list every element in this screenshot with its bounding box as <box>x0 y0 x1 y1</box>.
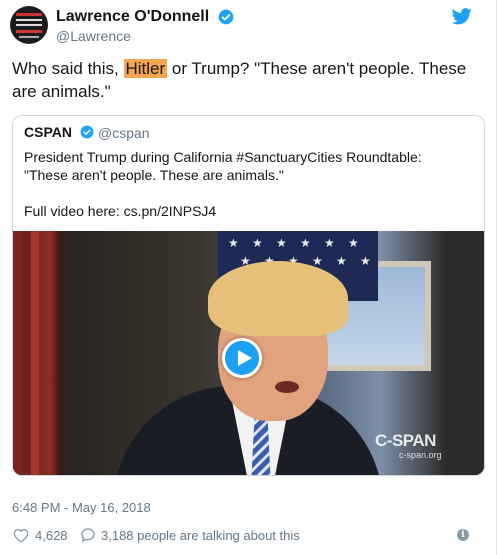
quoted-author-name[interactable]: CSPAN <box>24 124 72 140</box>
like-count[interactable]: 4,628 <box>35 528 68 543</box>
quoted-line: President Trump during California #Sanct… <box>24 149 422 165</box>
conversation-count[interactable]: 3,188 people are talking about this <box>101 528 300 543</box>
reply-icon[interactable] <box>80 527 96 543</box>
play-icon[interactable] <box>222 338 262 378</box>
avatar[interactable] <box>10 6 48 44</box>
heart-icon[interactable] <box>13 528 29 543</box>
quoted-tweet-text: President Trump during California #Sanct… <box>24 148 464 220</box>
quoted-tweet[interactable]: CSPAN @cspan President Trump during Cali… <box>12 115 485 476</box>
quoted-author-handle[interactable]: @cspan <box>98 125 150 141</box>
twitter-bird-icon[interactable] <box>452 8 472 25</box>
video-player[interactable]: ★ ★ ★ ★ ★ ★ ★ ★ ★ ★ ★ ★ ★ ★ ★ <box>13 231 484 475</box>
quoted-line: "These aren't people. These are animals.… <box>24 167 284 183</box>
author-handle[interactable]: @Lawrence <box>56 28 131 44</box>
quoted-video-link[interactable]: Full video here: cs.pn/2INPSJ4 <box>24 202 464 220</box>
highlighted-word: Hitler <box>123 59 168 78</box>
cspan-watermark: C-SPAN <box>375 431 436 450</box>
tweet-text: Who said this, Hitler or Trump? "These a… <box>12 59 467 101</box>
verified-badge-icon <box>80 125 94 139</box>
verified-badge-icon <box>218 9 234 25</box>
embedded-tweet: Lawrence O'Donnell @Lawrence Who said th… <box>0 0 497 555</box>
tweet-timestamp[interactable]: 6:48 PM - May 16, 2018 <box>12 500 151 515</box>
info-icon[interactable]: i <box>457 529 469 541</box>
cspan-watermark-url: c-span.org <box>399 450 442 460</box>
author-name[interactable]: Lawrence O'Donnell <box>56 8 209 26</box>
